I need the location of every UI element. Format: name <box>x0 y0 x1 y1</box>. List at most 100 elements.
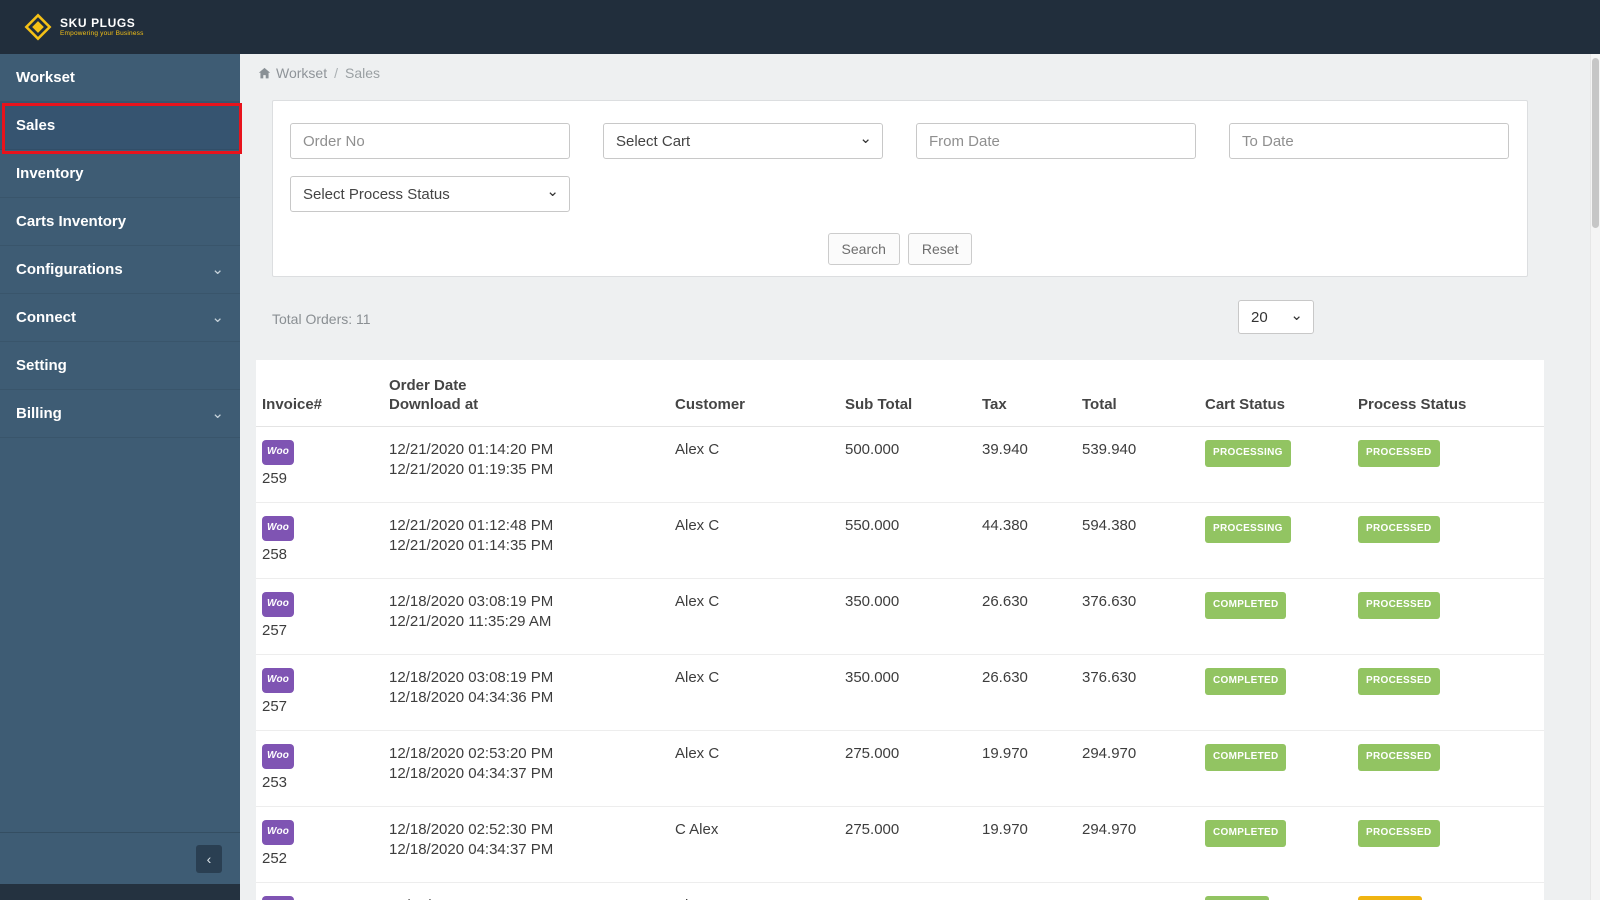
order-date: 12/18/2020 03:08:19 PM <box>389 669 554 686</box>
process-status-badge: PENDING <box>1358 896 1422 900</box>
cart-select[interactable]: Select Cart <box>603 123 883 159</box>
order-date-cell: 12/21/2020 01:12:48 PM 12/21/2020 01:14:… <box>383 502 669 579</box>
tax-cell: 26.630 <box>976 578 1076 655</box>
col-process-status: Process Status <box>1352 360 1544 427</box>
woocommerce-cart-icon: Woo <box>262 668 295 693</box>
chevron-down-icon: ⌄ <box>211 261 224 278</box>
woocommerce-cart-icon: Woo <box>262 516 295 541</box>
woocommerce-cart-icon: Woo <box>262 592 295 617</box>
process-status-cell: PROCESSED <box>1352 806 1544 883</box>
invoice-cell: Woo 258 <box>256 502 383 579</box>
sidebar-item-sales[interactable]: Sales <box>0 102 240 150</box>
col-sub-total: Sub Total <box>839 360 976 427</box>
sidebar-footer: ‹ <box>0 832 240 884</box>
customer-cell: Alex C <box>669 730 839 807</box>
filter-panel: Select Cart ⌄ Select Process Status ⌄ Se… <box>272 100 1528 277</box>
total-cell: 376.630 <box>1076 578 1199 655</box>
process-status-select[interactable]: Select Process Status <box>290 176 570 212</box>
download-at: 12/18/2020 04:34:37 PM <box>389 765 554 782</box>
invoice-cell: Woo 250 <box>256 882 383 900</box>
cart-status-badge: COMPLETED <box>1205 592 1287 619</box>
sub-total-cell: 275.000 <box>839 806 976 883</box>
breadcrumb-home-label: Workset <box>276 65 328 81</box>
sub-total-cell: 350.000 <box>839 654 976 731</box>
col-tax: Tax <box>976 360 1076 427</box>
from-date-input[interactable] <box>916 123 1196 159</box>
process-status-badge: PROCESSED <box>1358 516 1440 543</box>
cart-status-cell: COMPLETED <box>1199 730 1352 807</box>
col-order-date-line2: Download at <box>389 396 479 413</box>
download-at: 12/21/2020 01:14:35 PM <box>389 537 554 554</box>
sidebar-item-configurations[interactable]: Configurations ⌄ <box>0 246 240 294</box>
breadcrumb-current: Sales <box>344 65 381 81</box>
sidebar-item-billing[interactable]: Billing ⌄ <box>0 390 240 438</box>
page-size-wrap: 20 ⌄ <box>1238 300 1314 334</box>
invoice-cell: Woo 257 <box>256 654 383 731</box>
table-row: Woo 259 12/21/2020 01:14:20 PM 12/21/202… <box>256 426 1544 503</box>
sidebar-item-workset[interactable]: Workset <box>0 54 240 102</box>
table-row: Woo 250 12/18/2020 02:40:49 PM 12/18/202… <box>256 882 1544 900</box>
col-invoice: Invoice# <box>256 360 383 427</box>
customer-cell: Alex C <box>669 502 839 579</box>
sidebar-item-inventory[interactable]: Inventory <box>0 150 240 198</box>
table-row: Woo 257 12/18/2020 03:08:19 PM 12/21/202… <box>256 578 1544 655</box>
col-total: Total <box>1076 360 1199 427</box>
invoice-number: 258 <box>262 546 288 563</box>
cart-status-cell: PROCESSING <box>1199 426 1352 503</box>
cart-status-badge: PROCESSING <box>1205 516 1291 543</box>
order-date: 12/18/2020 02:52:30 PM <box>389 821 554 838</box>
breadcrumb-separator: / <box>334 65 338 81</box>
col-customer: Customer <box>669 360 839 427</box>
sidebar-item-label: Configurations <box>16 261 123 278</box>
cart-status-badge: PROCESSING <box>1205 440 1291 467</box>
total-cell: 1510.000 <box>1076 882 1199 900</box>
table-header-row: Invoice# Order Date Download at Customer… <box>256 360 1544 427</box>
cart-status-badge: COMPLETED <box>1205 820 1287 847</box>
main-content: Workset / Sales Select Cart ⌄ Select Pro… <box>240 54 1600 900</box>
invoice-number: 257 <box>262 698 288 715</box>
cart-status-cell: COMPLETED <box>1199 578 1352 655</box>
download-at: 12/21/2020 11:35:29 AM <box>389 613 552 630</box>
cart-status-cell: PROCESSING <box>1199 502 1352 579</box>
customer-cell: Alex C <box>669 578 839 655</box>
sidebar-item-label: Carts Inventory <box>16 213 127 230</box>
order-date-cell: 12/18/2020 02:40:49 PM 12/18/2020 02:44:… <box>383 882 669 900</box>
process-status-badge: PROCESSED <box>1358 592 1440 619</box>
scrollbar-thumb[interactable] <box>1592 58 1599 228</box>
download-at: 12/21/2020 01:19:35 PM <box>389 461 554 478</box>
process-status-badge: PROCESSED <box>1358 744 1440 771</box>
sub-total-cell: 550.000 <box>839 502 976 579</box>
download-at: 12/18/2020 04:34:36 PM <box>389 689 554 706</box>
scrollbar[interactable] <box>1590 54 1600 900</box>
process-status-badge: PROCESSED <box>1358 440 1440 467</box>
cart-status-cell: PENDING <box>1199 882 1352 900</box>
invoice-number: 252 <box>262 850 288 867</box>
col-order-date-line1: Order Date <box>389 377 467 394</box>
sidebar-collapse-button[interactable]: ‹ <box>196 845 222 873</box>
reset-button[interactable]: Reset <box>907 233 973 265</box>
cart-status-badge: COMPLETED <box>1205 744 1287 771</box>
to-date-input[interactable] <box>1229 123 1509 159</box>
process-status-cell: PENDING <box>1352 882 1544 900</box>
order-date-cell: 12/18/2020 02:53:20 PM 12/18/2020 04:34:… <box>383 730 669 807</box>
skuplugs-logo[interactable]: SKU PLUGS Empowering your Business <box>24 13 144 41</box>
sub-total-cell: 275.000 <box>839 730 976 807</box>
sidebar-item-label: Sales <box>16 117 56 134</box>
order-date: 12/18/2020 03:08:19 PM <box>389 593 554 610</box>
cart-status-badge: PENDING <box>1205 896 1269 900</box>
order-no-input[interactable] <box>290 123 570 159</box>
sidebar-item-connect[interactable]: Connect ⌄ <box>0 294 240 342</box>
page-size-select[interactable]: 20 <box>1238 300 1314 334</box>
order-date-cell: 12/21/2020 01:14:20 PM 12/21/2020 01:19:… <box>383 426 669 503</box>
sidebar-item-carts-inventory[interactable]: Carts Inventory <box>0 198 240 246</box>
process-status-cell: PROCESSED <box>1352 502 1544 579</box>
orders-table-card: Invoice# Order Date Download at Customer… <box>256 360 1544 900</box>
sidebar-item-setting[interactable]: Setting <box>0 342 240 390</box>
woocommerce-cart-icon: Woo <box>262 440 295 465</box>
process-status-badge: PROCESSED <box>1358 668 1440 695</box>
table-row: Woo 258 12/21/2020 01:12:48 PM 12/21/202… <box>256 502 1544 579</box>
cart-status-badge: COMPLETED <box>1205 668 1287 695</box>
breadcrumb-workset-link[interactable]: Workset <box>258 65 327 81</box>
search-button[interactable]: Search <box>827 233 900 265</box>
invoice-cell: Woo 253 <box>256 730 383 807</box>
